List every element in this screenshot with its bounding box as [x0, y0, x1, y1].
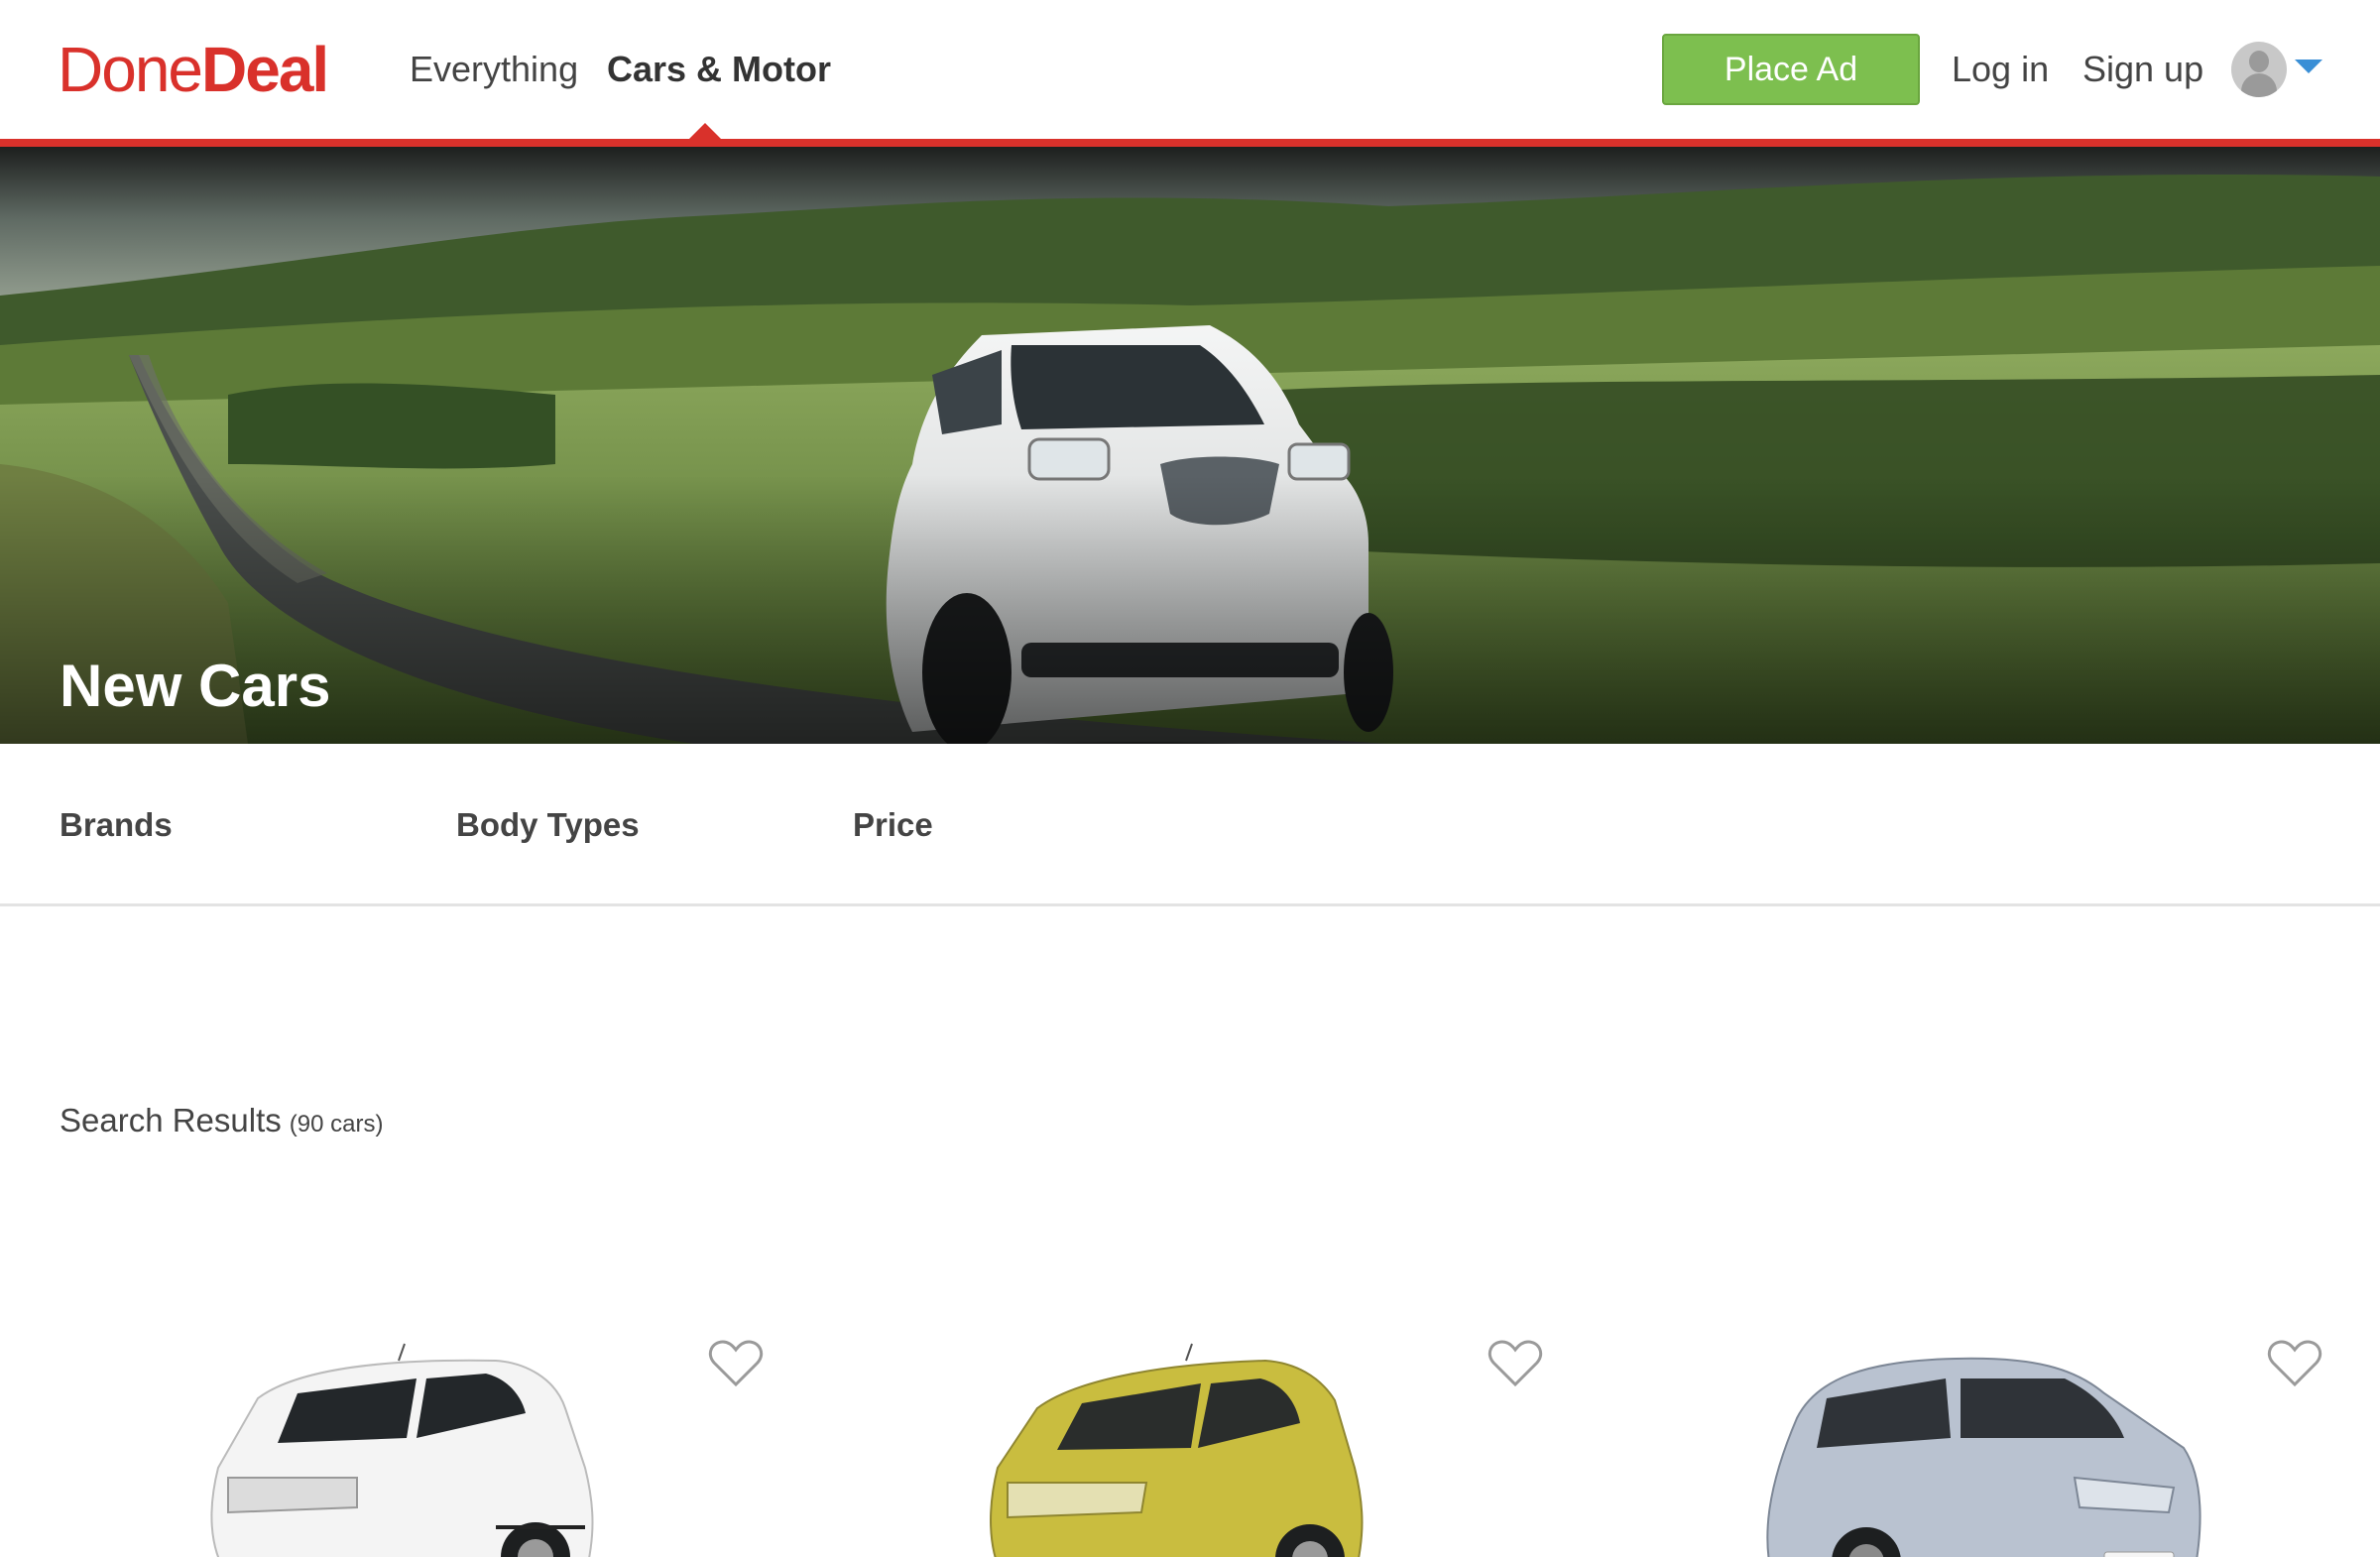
page-title: New Cars: [60, 653, 331, 719]
top-header: DoneDeal Everything Cars & Motor Place A…: [0, 0, 2380, 139]
heart-icon[interactable]: [2267, 1339, 2322, 1388]
login-link[interactable]: Log in: [1952, 44, 2049, 95]
car-card[interactable]: picanto: [1658, 1319, 2372, 1557]
filter-price[interactable]: Price: [853, 805, 933, 845]
search-results-label: Search Results: [60, 1102, 282, 1138]
car-card[interactable]: [99, 1319, 813, 1557]
avatar[interactable]: [2231, 42, 2287, 97]
nav-cars-motor[interactable]: Cars & Motor: [607, 44, 831, 95]
avatar-head: [2249, 51, 2269, 72]
donedeal-logo[interactable]: DoneDeal: [58, 30, 329, 109]
car-image: picanto: [1766, 1357, 2202, 1557]
avatar-body: [2241, 73, 2277, 97]
nav-everything[interactable]: Everything: [410, 44, 578, 95]
results-count: (90 cars): [289, 1111, 384, 1138]
car-image: [990, 1343, 1364, 1557]
signup-link[interactable]: Sign up: [2082, 44, 2203, 95]
search-results-heading: Search Results (90 cars): [60, 1101, 383, 1144]
filter-bar: Brands Body Types Price: [0, 744, 2380, 906]
place-ad-button[interactable]: Place Ad: [1662, 34, 1920, 105]
heart-icon[interactable]: [1488, 1339, 1543, 1388]
filter-body-types[interactable]: Body Types: [456, 805, 640, 845]
car-card[interactable]: [879, 1319, 1593, 1557]
chevron-down-icon[interactable]: [2295, 60, 2322, 73]
header-divider: [0, 139, 2380, 147]
hero-banner: New Cars: [0, 147, 2380, 744]
heart-icon[interactable]: [708, 1339, 764, 1388]
car-image: [210, 1343, 594, 1557]
hero-landscape-image: [0, 147, 2380, 744]
logo-part-done: Done: [58, 34, 203, 105]
filter-brands[interactable]: Brands: [60, 805, 173, 845]
logo-part-deal: Deal: [201, 34, 329, 105]
